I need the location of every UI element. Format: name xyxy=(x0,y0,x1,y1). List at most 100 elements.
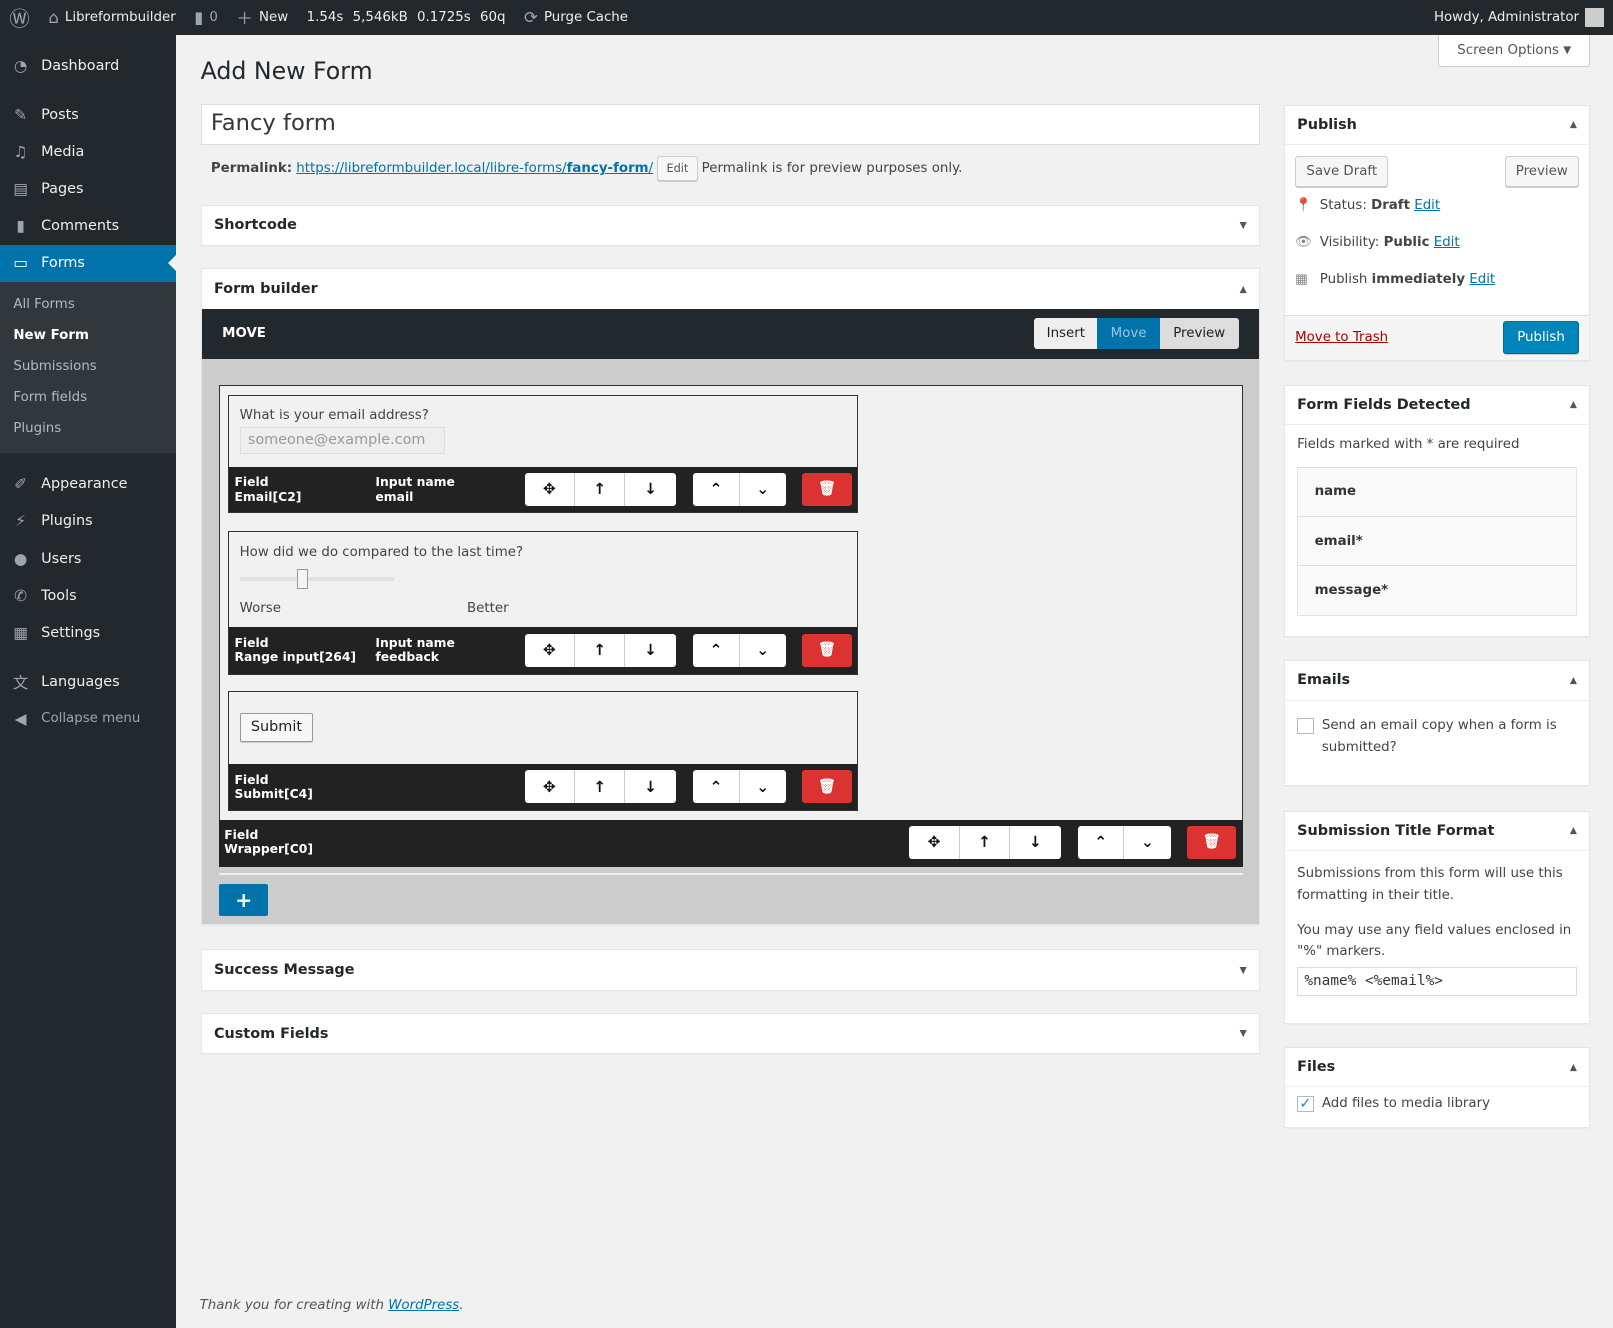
submission-title-header[interactable]: Submission Title Format ▲ xyxy=(1284,812,1590,851)
move-to-trash-link[interactable]: Move to Trash xyxy=(1295,330,1388,345)
sidebar-label: Settings xyxy=(41,624,101,641)
submenu-form-fields[interactable]: Form fields xyxy=(0,383,176,414)
sidebar-item-forms[interactable]: ▭ Forms xyxy=(0,244,176,282)
detected-fields-list: name email* message* xyxy=(1297,466,1578,616)
add-to-media-checkbox[interactable]: ✓ xyxy=(1297,1095,1314,1112)
sidebar-item-media[interactable]: ♫ Media xyxy=(0,134,176,171)
arrow-down-icon[interactable]: ↓ xyxy=(625,770,675,803)
arrow-down-icon[interactable]: ↓ xyxy=(1010,826,1060,859)
move-icon[interactable]: ✥ xyxy=(525,633,575,667)
publish-button[interactable]: Publish xyxy=(1502,321,1580,355)
stat-time: 1.54s xyxy=(306,9,344,25)
arrow-down-icon[interactable]: ↓ xyxy=(625,634,675,667)
arrow-up-icon[interactable]: ↑ xyxy=(575,770,626,804)
add-field-button[interactable]: + xyxy=(219,883,269,916)
move-icon[interactable]: ✥ xyxy=(525,473,575,507)
account-menu[interactable]: Howdy, Administrator xyxy=(1425,8,1613,27)
tab-insert[interactable]: Insert xyxy=(1034,318,1098,350)
range-field-block[interactable]: How did we do compared to the last time?… xyxy=(228,530,858,675)
arrow-down-icon[interactable]: ↓ xyxy=(625,473,675,506)
email-copy-checkbox[interactable] xyxy=(1297,717,1314,735)
title-input[interactable]: Fancy form xyxy=(200,103,1261,146)
footer-credit: Thank you for creating with WordPress. xyxy=(200,1298,464,1313)
publish-header[interactable]: Publish ▲ xyxy=(1284,106,1590,145)
submenu-plugins[interactable]: Plugins xyxy=(0,414,176,445)
comments-link[interactable]: ▮ 0 xyxy=(185,8,227,27)
sidebar-item-tools[interactable]: ✆ Tools xyxy=(0,577,176,614)
chevrons-up-icon[interactable]: ⌃ xyxy=(693,770,740,804)
site-name-link[interactable]: ⌂ Libreformbuilder xyxy=(39,8,185,27)
preview-button[interactable]: Preview xyxy=(1504,156,1580,188)
permalink-link[interactable]: https://libreformbuilder.local/libre-for… xyxy=(296,161,653,176)
translate-icon: 文 xyxy=(12,673,29,692)
form-builder-header[interactable]: Form builder ▲ xyxy=(201,269,1260,309)
move-icon[interactable]: ✥ xyxy=(525,770,575,804)
success-message-header[interactable]: Success Message ▼ xyxy=(202,950,1260,989)
sidebar-item-appearance[interactable]: ✐ Appearance xyxy=(0,466,176,503)
chevrons-down-icon[interactable]: ⌄ xyxy=(740,473,786,506)
email-input[interactable]: someone@example.com xyxy=(239,427,446,455)
box-title: Form builder xyxy=(213,281,318,298)
sidebar-item-pages[interactable]: ▤ Pages xyxy=(0,171,176,208)
submit-button[interactable]: Submit xyxy=(239,712,314,742)
input-name-label: Input name xyxy=(375,475,455,490)
permalink-edit-button[interactable]: Edit xyxy=(657,156,698,182)
chevrons-down-icon[interactable]: ⌄ xyxy=(740,634,786,667)
new-link[interactable]: ＋ New xyxy=(227,5,297,29)
chevrons-up-icon[interactable]: ⌃ xyxy=(1078,826,1125,859)
tab-move[interactable]: Move xyxy=(1097,318,1160,350)
screen-options-button[interactable]: Screen Options ▼ xyxy=(1438,34,1591,67)
shortcode-header[interactable]: Shortcode ▼ xyxy=(202,206,1260,245)
sidebar-item-users[interactable]: ● Users xyxy=(0,540,176,577)
brush-icon: ✐ xyxy=(14,475,28,494)
sidebar-item-dashboard[interactable]: ◔ Dashboard xyxy=(0,47,176,84)
forms-icon: ▭ xyxy=(13,254,28,273)
trash-icon[interactable]: 🗑 xyxy=(802,770,852,804)
tab-preview[interactable]: Preview xyxy=(1159,318,1239,350)
emails-header[interactable]: Emails ▲ xyxy=(1284,661,1590,701)
submenu-submissions[interactable]: Submissions xyxy=(0,352,176,383)
save-draft-button[interactable]: Save Draft xyxy=(1295,156,1389,188)
arrow-up-icon[interactable]: ↑ xyxy=(575,473,626,507)
debug-stats[interactable]: 1.54s 5,546kB 0.1725s 60q xyxy=(297,10,514,25)
chevrons-up-icon[interactable]: ⌃ xyxy=(693,473,740,507)
wordpress-link[interactable]: WordPress xyxy=(388,1298,459,1313)
sidebar-item-posts[interactable]: ✎ Posts xyxy=(0,97,176,134)
edit-visibility-link[interactable]: Edit xyxy=(1434,235,1460,250)
form-fields-detected-header[interactable]: Form Fields Detected ▲ xyxy=(1284,386,1590,425)
sidebar-item-comments[interactable]: ▮ Comments xyxy=(0,208,176,245)
trash-icon[interactable]: 🗑 xyxy=(1187,826,1237,859)
wrapper-field-bar[interactable]: Field Wrapper[C0] ✥ ↑ ↓ ⌃ ⌄ 🗑 xyxy=(219,819,1243,868)
slider-thumb[interactable] xyxy=(297,568,308,590)
edit-schedule-link[interactable]: Edit xyxy=(1469,272,1495,287)
email-field-block[interactable]: What is your email address? someone@exam… xyxy=(228,395,858,514)
arrow-up-icon[interactable]: ↑ xyxy=(575,633,626,667)
chevrons-down-icon[interactable]: ⌄ xyxy=(1124,826,1170,859)
box-title: Emails xyxy=(1297,672,1351,689)
caret-up-icon: ▲ xyxy=(1569,119,1578,131)
visibility-label: Visibility: xyxy=(1319,235,1380,251)
edit-status-link[interactable]: Edit xyxy=(1414,198,1440,213)
range-slider[interactable] xyxy=(239,568,394,590)
wordpress-logo-icon[interactable]: Ⓦ xyxy=(0,2,39,32)
footer-text: Thank you for creating with xyxy=(199,1298,389,1314)
files-header[interactable]: Files ▲ xyxy=(1284,1048,1590,1088)
purge-cache-link[interactable]: ⟳ Purge Cache xyxy=(515,8,638,27)
arrow-up-icon[interactable]: ↑ xyxy=(960,826,1011,859)
chevrons-up-icon[interactable]: ⌃ xyxy=(693,633,740,667)
sidebar-item-languages[interactable]: 文 Languages xyxy=(0,663,176,700)
title-format-input[interactable]: %name% <%email%> xyxy=(1297,966,1578,996)
sidebar-item-plugins[interactable]: ⚡ Plugins xyxy=(0,503,176,540)
eye-icon: 👁 xyxy=(1295,235,1313,251)
trash-icon[interactable]: 🗑 xyxy=(802,473,852,507)
collapse-menu-button[interactable]: ◀ Collapse menu xyxy=(0,700,176,737)
chevrons-down-icon[interactable]: ⌄ xyxy=(740,770,786,803)
plugin-icon: ⚡ xyxy=(15,512,26,531)
submenu-all-forms[interactable]: All Forms xyxy=(0,290,176,321)
move-icon[interactable]: ✥ xyxy=(909,826,960,859)
submenu-new-form[interactable]: New Form xyxy=(0,321,176,352)
custom-fields-header[interactable]: Custom Fields ▼ xyxy=(202,1014,1260,1053)
trash-icon[interactable]: 🗑 xyxy=(802,633,852,667)
sidebar-item-settings[interactable]: ▦ Settings xyxy=(0,614,176,651)
submit-field-block[interactable]: Submit Field Submit[C4] ✥ ↑ ↓ ⌃ ⌄ 🗑 xyxy=(228,691,858,811)
